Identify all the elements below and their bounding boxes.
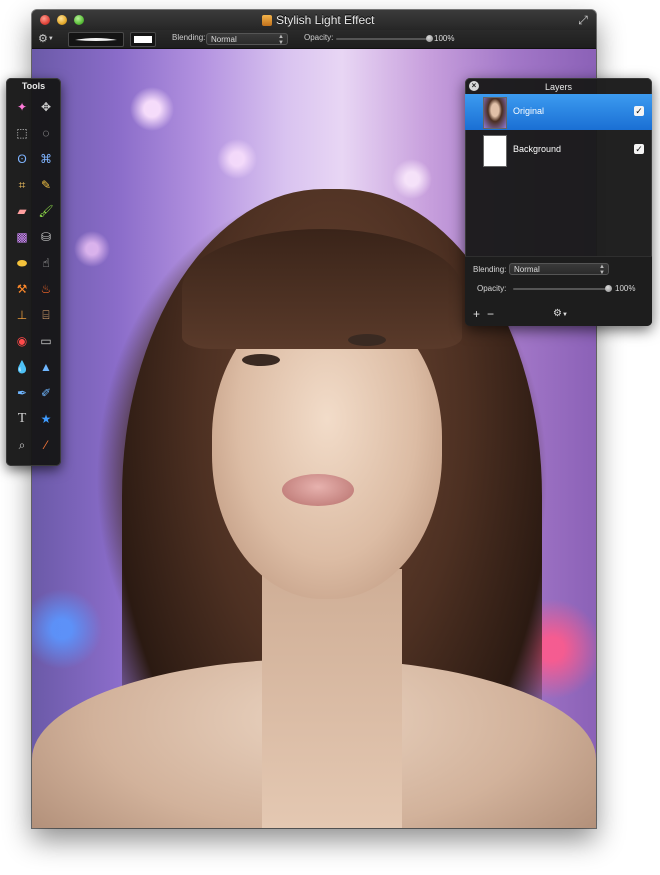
layers-title: Layers xyxy=(544,82,572,92)
layer-row-background[interactable]: Background ✓ xyxy=(465,132,652,168)
title-bar: Stylish Light Effect ⤢ xyxy=(32,10,596,30)
layer-visibility-checkbox[interactable]: ✓ xyxy=(634,144,644,154)
fullscreen-icon[interactable]: ⤢ xyxy=(576,13,590,27)
blending-select[interactable]: Normal ▲ ▼ xyxy=(206,33,288,46)
layer-opacity-value: 100% xyxy=(615,284,636,293)
shape-tool-icon[interactable]: ★ xyxy=(34,406,58,432)
red-eye-icon[interactable]: ◉ xyxy=(10,328,34,354)
rect-select-icon[interactable]: ⬚ xyxy=(10,120,34,146)
layer-row-original[interactable]: Original ✓ xyxy=(465,94,652,130)
photo-eye-right xyxy=(348,334,386,346)
layer-opacity-label: Opacity: xyxy=(477,284,507,293)
layers-footer: Blending: Normal ▲ ▼ Opacity: 100% + − ⚙▼ xyxy=(465,256,652,326)
layer-blending-select[interactable]: Normal ▲ ▼ xyxy=(509,263,609,276)
zoom-icon[interactable]: ⌕ xyxy=(10,432,34,458)
options-toolbar: ⚙▼ Blending: Normal ▲ ▼ Opacity: 100% xyxy=(32,30,596,49)
zoom-window-button[interactable] xyxy=(74,15,84,25)
brush-stroke-icon xyxy=(75,38,117,41)
add-layer-button[interactable]: + xyxy=(473,308,480,320)
minimize-window-button[interactable] xyxy=(57,15,67,25)
opacity-slider-knob[interactable] xyxy=(426,35,433,42)
layer-name: Original xyxy=(513,106,545,116)
burn-icon[interactable]: ⚒ xyxy=(10,276,34,302)
layer-blending-value: Normal xyxy=(514,265,540,274)
remove-layer-button[interactable]: − xyxy=(487,308,494,320)
dodge-icon[interactable]: ♨ xyxy=(34,276,58,302)
gradient-icon[interactable]: ▩ xyxy=(10,224,34,250)
tools-title: Tools xyxy=(21,81,46,91)
layers-panel: × Layers Original ✓ Background ✓ Blendin… xyxy=(465,78,652,326)
layer-gear-menu-button[interactable]: ⚙▼ xyxy=(553,308,568,321)
brush-preset-picker[interactable] xyxy=(68,32,124,47)
opacity-slider[interactable] xyxy=(336,38,430,40)
blur-icon[interactable]: 💧 xyxy=(10,354,34,380)
magic-wand-icon[interactable]: ✦ xyxy=(10,94,34,120)
move-tool-icon[interactable]: ✥ xyxy=(34,94,58,120)
photo-lips xyxy=(282,474,354,506)
gear-icon: ⚙ xyxy=(38,33,48,45)
tool-grid: ✦ ✥ ⬚ ◌ ʘ ⌘ ⌗ ✎ ▰ 🖌 ▩ ⛁ ⬬ ☝ ⚒ ♨ ⊥ ⌸ ◉ ▭ … xyxy=(10,94,58,458)
color-swatch-fill xyxy=(134,36,152,43)
blending-label: Blending: xyxy=(172,33,206,42)
gear-menu-button[interactable]: ⚙▼ xyxy=(38,31,56,47)
document-icon xyxy=(262,15,272,26)
eraser-icon[interactable]: ▰ xyxy=(10,198,34,224)
ellipse-select-icon[interactable]: ◌ xyxy=(34,120,58,146)
lasso-icon[interactable]: ʘ xyxy=(10,146,34,172)
blending-select-value: Normal xyxy=(211,35,237,44)
eraser-alt-icon[interactable]: ▭ xyxy=(34,328,58,354)
sponge-icon[interactable]: ⬬ xyxy=(10,250,34,276)
layer-blending-label: Blending: xyxy=(473,265,507,274)
photo-neck xyxy=(262,569,402,828)
layer-visibility-checkbox[interactable]: ✓ xyxy=(634,106,644,116)
sharpen-icon[interactable]: ▲ xyxy=(34,354,58,380)
layer-opacity-slider[interactable] xyxy=(513,288,609,290)
curve-pen-icon[interactable]: ✐ xyxy=(34,380,58,406)
layer-opacity-slider-knob[interactable] xyxy=(605,285,612,292)
paint-bucket-icon[interactable]: ⛁ xyxy=(34,224,58,250)
layer-thumbnail xyxy=(483,135,507,167)
photo-eye-left xyxy=(242,354,280,366)
text-tool-icon[interactable]: T xyxy=(10,406,34,432)
tools-palette: Tools ✦ ✥ ⬚ ◌ ʘ ⌘ ⌗ ✎ ▰ 🖌 ▩ ⛁ ⬬ ☝ ⚒ ♨ ⊥ … xyxy=(6,78,61,466)
select-arrows-icon: ▲ ▼ xyxy=(599,264,605,276)
eyedropper-icon[interactable]: ⁄ xyxy=(34,432,58,458)
close-window-button[interactable] xyxy=(40,15,50,25)
opacity-label: Opacity: xyxy=(304,33,334,42)
layer-thumbnail xyxy=(483,97,507,129)
chevron-down-icon: ▼ xyxy=(47,36,54,43)
layer-name: Background xyxy=(513,144,562,154)
brush-icon[interactable]: 🖌 xyxy=(34,198,58,224)
pen-icon[interactable]: ✒ xyxy=(10,380,34,406)
bandage-icon[interactable]: ⌸ xyxy=(34,302,58,328)
color-swatch[interactable] xyxy=(130,32,156,47)
pencil-icon[interactable]: ✎ xyxy=(34,172,58,198)
smudge-icon[interactable]: ☝ xyxy=(34,250,58,276)
window-title: Stylish Light Effect xyxy=(276,13,375,27)
clone-stamp-icon[interactable]: ⊥ xyxy=(10,302,34,328)
photo-fringe xyxy=(182,229,462,349)
opacity-value: 100% xyxy=(434,34,455,43)
crop-icon[interactable]: ⌗ xyxy=(10,172,34,198)
chevron-down-icon: ▼ xyxy=(561,312,568,318)
select-arrows-icon: ▲ ▼ xyxy=(278,34,284,46)
polygon-lasso-icon[interactable]: ⌘ xyxy=(34,146,58,172)
